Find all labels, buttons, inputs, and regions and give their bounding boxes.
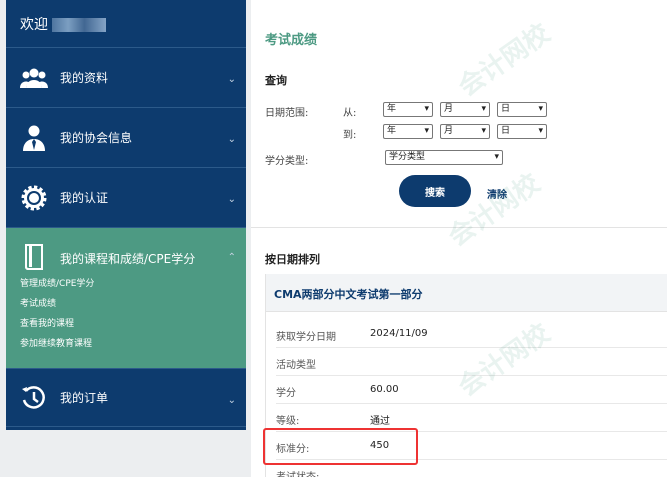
field-value: 60.00 [370,384,399,395]
record-title: CMA两部分中文考试第一部分 [266,274,667,312]
from-year-select[interactable]: 年 [383,102,433,117]
sidebar-item-orders[interactable]: 我的订单 ⌄ [6,369,246,427]
sidebar-item-association[interactable]: 我的协会信息 ⌄ [6,108,246,168]
from-label: 从: [343,108,357,119]
sidebar-item-label: 我的资料 [60,71,109,85]
search-button[interactable]: 搜索 [399,175,471,207]
from-month-select[interactable]: 月 [440,102,490,117]
field-label: 学分 [276,388,296,399]
submenu-exam-scores[interactable]: 考试成绩 [20,294,246,314]
field-value: 通过 [370,416,390,427]
chevron-up-icon: ⌃ [227,252,236,263]
chevron-down-icon: ⌄ [227,194,236,205]
chevron-down-icon: ⌄ [227,74,236,85]
history-icon [20,384,48,412]
welcome-text: 欢迎 [20,17,48,33]
clear-link[interactable]: 清除 [487,186,507,201]
credit-type-label: 学分类型: [265,156,309,167]
blurred-username [52,18,106,32]
query-section-title: 查询 [265,74,287,87]
date-range-label: 日期范围: [265,108,309,119]
watermark: 会计网校 [453,18,556,103]
sort-section-title: 按日期排列 [265,253,320,266]
sidebar-item-label: 我的订单 [60,391,109,405]
to-month-select[interactable]: 月 [440,124,490,139]
divider [251,227,667,228]
to-year-select[interactable]: 年 [383,124,433,139]
main-panel: 考试成绩 查询 日期范围: 从: 年 月 日 到: 年 月 日 学分类型: 学分… [251,0,667,477]
field-value: 2024/11/09 [370,328,428,339]
record-row: 获取学分日期 2024/11/09 [276,320,667,348]
sidebar-item-label: 我的认证 [60,191,109,205]
highlight-box [263,428,418,465]
sidebar-welcome: 欢迎 [6,0,246,48]
submenu-my-courses[interactable]: 查看我的课程 [20,314,246,334]
chevron-down-icon: ⌄ [227,134,236,145]
from-day-select[interactable]: 日 [497,102,547,117]
credit-type-select[interactable]: 学分类型 [385,150,503,165]
users-icon [20,64,48,92]
to-label: 到: [343,130,357,141]
to-day-select[interactable]: 日 [497,124,547,139]
field-label: 等级: [276,416,300,427]
chevron-down-icon: ⌄ [227,395,236,406]
user-tie-icon [20,124,48,152]
sidebar: 欢迎 我的资料 ⌄ 我的协会信息 ⌄ 我的认证 ⌄ 我的课程和成绩/CPE学分 … [6,0,246,430]
sidebar-item-label: 我的课程和成绩/CPE学分 [60,251,196,266]
sidebar-item-profile[interactable]: 我的资料 ⌄ [6,48,246,108]
sidebar-item-label: 我的协会信息 [60,131,133,145]
field-label: 活动类型 [276,360,316,371]
book-icon [20,244,48,272]
sidebar-item-courses[interactable]: 我的课程和成绩/CPE学分 ⌃ 管理成绩/CPE学分 考试成绩 查看我的课程 参… [6,228,246,369]
field-label: 考试状态: [276,468,319,477]
record-row: 学分 60.00 [276,376,667,404]
record-row: 活动类型 [276,348,667,376]
field-label: 获取学分日期 [276,332,336,343]
gear-badge-icon [20,184,48,212]
page-title: 考试成绩 [265,33,318,48]
sidebar-item-certification[interactable]: 我的认证 ⌄ [6,168,246,228]
submenu-continuing-education[interactable]: 参加继续教育课程 [20,334,246,354]
